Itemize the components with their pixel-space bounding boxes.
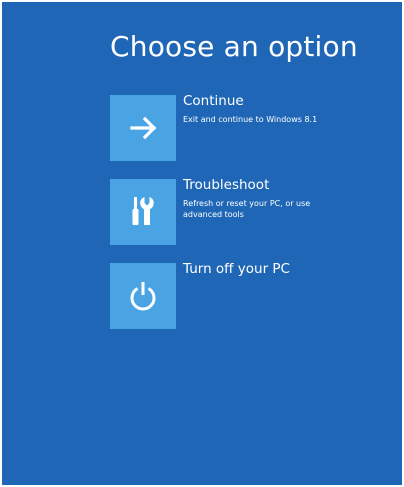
turn-off-tile[interactable] bbox=[110, 263, 176, 329]
turn-off-title: Turn off your PC bbox=[183, 261, 290, 277]
continue-description: Exit and continue to Windows 8.1 bbox=[183, 115, 318, 124]
continue-title: Continue bbox=[183, 93, 244, 109]
troubleshoot-tile[interactable] bbox=[110, 179, 176, 245]
tools-icon bbox=[132, 197, 154, 225]
continue-option[interactable]: Continue Exit and continue to Windows 8.… bbox=[110, 93, 380, 161]
page-title: Choose an option bbox=[110, 30, 358, 63]
turn-off-option[interactable]: Turn off your PC bbox=[110, 261, 380, 329]
continue-tile[interactable] bbox=[110, 95, 176, 161]
troubleshoot-description: Refresh or reset your PC, or use advance… bbox=[183, 199, 311, 219]
power-icon bbox=[130, 282, 156, 311]
recovery-screen: Choose an option Continue Exit and conti… bbox=[2, 2, 402, 485]
arrow-right-icon bbox=[130, 116, 157, 140]
troubleshoot-option[interactable]: Troubleshoot Refresh or reset your PC, o… bbox=[110, 177, 380, 245]
troubleshoot-title: Troubleshoot bbox=[183, 177, 270, 193]
